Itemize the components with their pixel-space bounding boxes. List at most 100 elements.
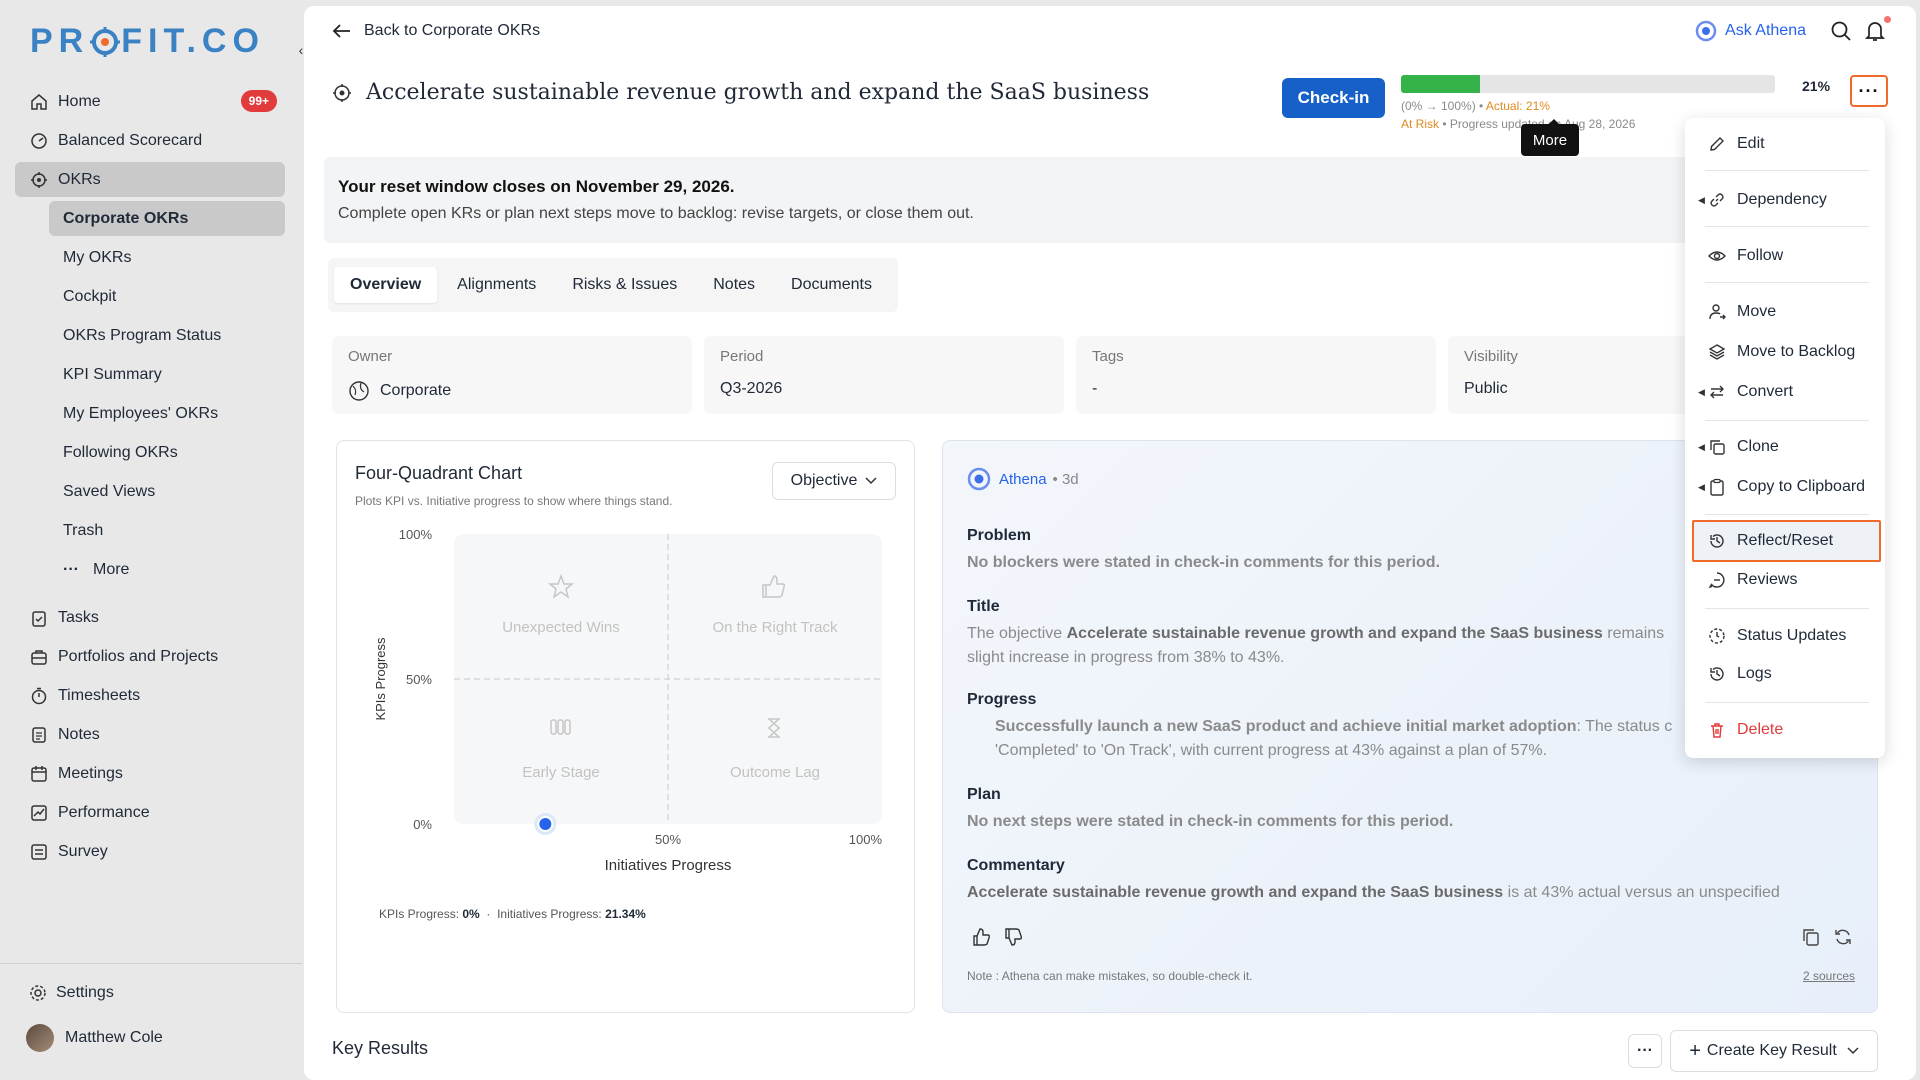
sidebar-item-label: OKRs [58,170,101,188]
sidebar-item-label: Meetings [58,764,123,782]
ellipsis-icon: ··· [1858,80,1880,101]
refresh-icon[interactable] [1833,927,1853,947]
menu-item-dependency[interactable]: ◀ Dependency [1685,182,1885,218]
copy-icon[interactable] [1801,927,1821,947]
sidebar-item-meetings[interactable]: Meetings [15,756,285,791]
create-key-result-button[interactable]: + Create Key Result [1670,1030,1878,1072]
ask-athena-button[interactable]: Ask Athena [1695,20,1806,42]
notes-icon [29,725,49,745]
sidebar-item-home[interactable]: Home 99+ [15,84,285,119]
caret-left-icon: ◀ [1698,194,1705,205]
okrs-submenu: Corporate OKRs My OKRs Cockpit OKRs Prog… [15,201,285,587]
menu-item-reviews[interactable]: Reviews [1685,562,1885,598]
ellipsis-icon: ··· [63,560,79,578]
key-results-more-button[interactable]: ··· [1628,1034,1662,1068]
x-axis-label: Initiatives Progress [605,857,732,874]
menu-item-move-to-backlog[interactable]: Move to Backlog [1685,334,1885,370]
data-point[interactable] [539,818,552,830]
chart-type-select[interactable]: Objective [772,462,896,500]
tab-risks-issues[interactable]: Risks & Issues [556,267,693,303]
more-options-button[interactable]: ··· [1850,75,1888,107]
user-profile[interactable]: Matthew Cole [26,1024,163,1052]
sidebar-item-tasks[interactable]: Tasks [15,600,285,635]
caret-left-icon: ◀ [1698,441,1705,452]
sidebar-item-survey[interactable]: Survey [15,834,285,869]
sidebar-item-label: Performance [58,803,150,821]
sidebar-subitem-saved-views[interactable]: Saved Views [49,474,285,509]
reset-banner: Your reset window closes on November 29,… [324,157,1824,243]
y-tick-label: 100% [399,527,433,542]
sidebar-subitem-program-status[interactable]: OKRs Program Status [49,318,285,353]
period-value: Q3-2026 [720,380,783,397]
sidebar-item-balanced-scorecard[interactable]: Balanced Scorecard [15,123,285,158]
visibility-label: Visibility [1464,348,1518,365]
gauge-icon [29,131,49,151]
sidebar-item-label: Survey [58,842,108,860]
initiative-progress-value: 21.34% [605,907,646,921]
owner-value[interactable]: Corporate [348,380,451,402]
back-label: Back to Corporate OKRs [364,22,541,39]
logo[interactable]: PR FIT.CO [30,22,265,61]
survey-icon [29,842,49,862]
menu-item-label: Dependency [1737,191,1827,208]
thumbs-down-icon[interactable] [1003,927,1023,947]
athena-name: Athena [999,470,1047,488]
y-tick-label: 0% [413,817,432,832]
settings-link[interactable]: Settings [29,984,114,1002]
y-axis-label: KPIs Progress [373,637,388,721]
sidebar-subitem-trash[interactable]: Trash [49,513,285,548]
commentary-text-bold: Accelerate sustainable revenue growth an… [967,884,1504,901]
tab-notes[interactable]: Notes [697,267,771,303]
back-link[interactable]: Back to Corporate OKRs [332,22,540,40]
sidebar-subitem-employees-okrs[interactable]: My Employees' OKRs [49,396,285,431]
menu-item-clone[interactable]: ◀ Clone [1685,429,1885,465]
sources-link[interactable]: 2 sources [1803,969,1855,983]
title-text-line2: slight increase in progress from 38% to … [967,649,1285,666]
menu-item-move[interactable]: Move [1685,294,1885,330]
search-icon[interactable] [1830,20,1852,42]
menu-item-edit[interactable]: Edit [1685,126,1885,162]
menu-item-logs[interactable]: Logs [1685,656,1885,692]
sidebar-subitem-cockpit[interactable]: Cockpit [49,279,285,314]
title-text: The objective Accelerate sustainable rev… [967,622,1707,646]
kpi-progress-label: KPIs Progress: [379,907,460,921]
sidebar-item-notes[interactable]: Notes [15,717,285,752]
sidebar-subitem-my-okrs[interactable]: My OKRs [49,240,285,275]
tab-alignments[interactable]: Alignments [441,267,552,303]
menu-item-label: Edit [1737,135,1765,152]
sidebar-item-okrs[interactable]: OKRs [15,162,285,197]
notification-badge: 99+ [240,90,277,112]
check-in-button[interactable]: Check-in [1282,78,1385,118]
tab-documents[interactable]: Documents [775,267,888,303]
reset-banner-title: Your reset window closes on November 29,… [338,177,735,196]
sidebar-subitem-kpi-summary[interactable]: KPI Summary [49,357,285,392]
menu-item-copy-to-clipboard[interactable]: ◀ Copy to Clipboard [1685,469,1885,505]
tab-overview[interactable]: Overview [334,267,438,303]
info-cards: Owner Corporate Period Q3-2026 Tags - Vi… [332,336,1820,414]
bell-icon[interactable] [1864,19,1886,43]
menu-item-label: Follow [1737,247,1784,264]
menu-item-label: Reflect/Reset [1737,532,1834,549]
sidebar-item-portfolios[interactable]: Portfolios and Projects [15,639,285,674]
sidebar-subitem-more[interactable]: ··· More [49,552,285,587]
progress-range: (0% → 100%) • Actual: 21% [1401,99,1775,113]
menu-item-follow[interactable]: Follow [1685,238,1885,274]
menu-item-delete[interactable]: Delete [1685,712,1885,748]
sidebar-item-performance[interactable]: Performance [15,795,285,830]
sidebar-subitem-corporate-okrs[interactable]: Corporate OKRs [49,201,285,236]
caret-left-icon: ◀ [1698,386,1705,397]
sidebar-subitem-following-okrs[interactable]: Following OKRs [49,435,285,470]
menu-item-convert[interactable]: ◀ Convert [1685,374,1885,410]
menu-item-status-updates[interactable]: Status Updates [1685,618,1885,654]
menu-item-reflect-reset[interactable]: Reflect/Reset [1692,520,1881,562]
sidebar-item-timesheets[interactable]: Timesheets [15,678,285,713]
target-icon [333,83,351,102]
chart-subtitle: Plots KPI vs. Initiative progress to sho… [355,494,673,508]
layers-icon [1707,342,1727,362]
ellipsis-icon: ··· [1637,1042,1653,1059]
thumbs-up-icon[interactable] [971,927,991,947]
globe-icon [349,381,369,401]
menu-divider [1705,420,1869,421]
visibility-value: Public [1464,380,1508,397]
progress-actual: Actual: 21% [1485,99,1550,113]
